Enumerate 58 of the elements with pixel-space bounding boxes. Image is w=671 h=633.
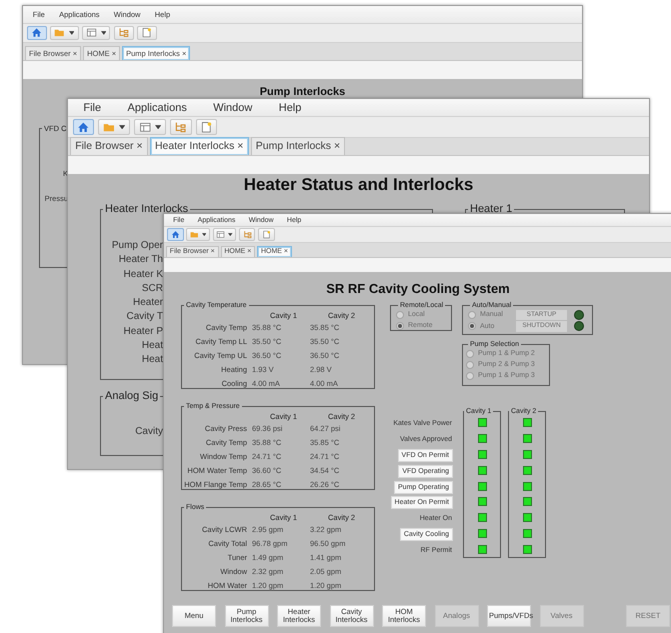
home-icon <box>170 230 180 240</box>
home-icon <box>77 120 90 134</box>
tab[interactable]: Heater Interlocks × <box>150 136 249 155</box>
caret-icon <box>202 232 206 236</box>
caret-icon <box>68 30 74 35</box>
folder-icon <box>54 27 66 39</box>
folder-dropdown-button[interactable] <box>98 118 130 136</box>
folder-dropdown-button[interactable] <box>50 26 78 40</box>
field-label: SCR <box>142 282 163 296</box>
tree-icon <box>242 230 252 240</box>
caret-icon <box>154 124 162 130</box>
new-document-icon <box>141 27 153 39</box>
field-label: Heater P <box>124 324 163 339</box>
new-document-icon <box>200 120 213 134</box>
page-title: Pump Interlocks <box>258 85 346 98</box>
menu-item[interactable]: Window <box>213 102 252 114</box>
tab[interactable]: Pump Interlocks × <box>250 136 346 155</box>
layout-dropdown-button[interactable] <box>82 26 110 40</box>
menu-item[interactable]: Help <box>278 102 302 114</box>
tree-button[interactable] <box>239 228 256 240</box>
group-title: Heater 1 <box>469 203 514 215</box>
field-label: Heat <box>142 353 163 368</box>
new-document-button[interactable] <box>258 228 275 240</box>
new-document-button[interactable] <box>196 118 218 136</box>
folder-dropdown-button[interactable] <box>186 228 210 240</box>
caret-icon <box>119 124 126 130</box>
home-icon <box>31 27 42 39</box>
layout-dropdown-button[interactable] <box>212 228 236 240</box>
field-label: Heater Th <box>118 253 163 268</box>
folder-icon <box>190 230 200 240</box>
tree-button[interactable] <box>170 118 192 136</box>
layout-dropdown-button[interactable] <box>134 118 166 136</box>
field-label: Cavity T <box>126 310 163 324</box>
caret-icon <box>100 30 106 35</box>
page-title: Heater Status and Interlocks <box>242 174 474 195</box>
tab[interactable]: File Browser × <box>70 136 148 155</box>
menu-item[interactable]: File <box>83 102 102 114</box>
layout-icon <box>138 120 152 134</box>
caret-icon <box>228 232 233 236</box>
group-title: Heater Interlocks <box>104 203 190 215</box>
group-title: Analog Sig <box>104 390 160 402</box>
field-label: Heat <box>142 339 163 354</box>
tree-button[interactable] <box>114 26 134 40</box>
field-label: Heater K <box>124 268 163 282</box>
home-button[interactable] <box>167 228 184 240</box>
menu-item[interactable]: Applications <box>128 102 187 114</box>
tree-icon <box>174 120 187 134</box>
new-document-icon <box>262 230 272 240</box>
home-button[interactable] <box>72 118 94 136</box>
field-label: Pump Oper <box>112 239 163 253</box>
new-document-button[interactable] <box>137 26 157 40</box>
field-label: Heater <box>132 296 163 310</box>
page-title: SR RF Cavity Cooling System <box>325 280 511 296</box>
home-button[interactable] <box>27 26 47 40</box>
layout-icon <box>86 27 98 39</box>
field-label: Cavity <box>135 425 163 439</box>
tree-icon <box>118 27 130 39</box>
layout-icon <box>216 230 226 240</box>
